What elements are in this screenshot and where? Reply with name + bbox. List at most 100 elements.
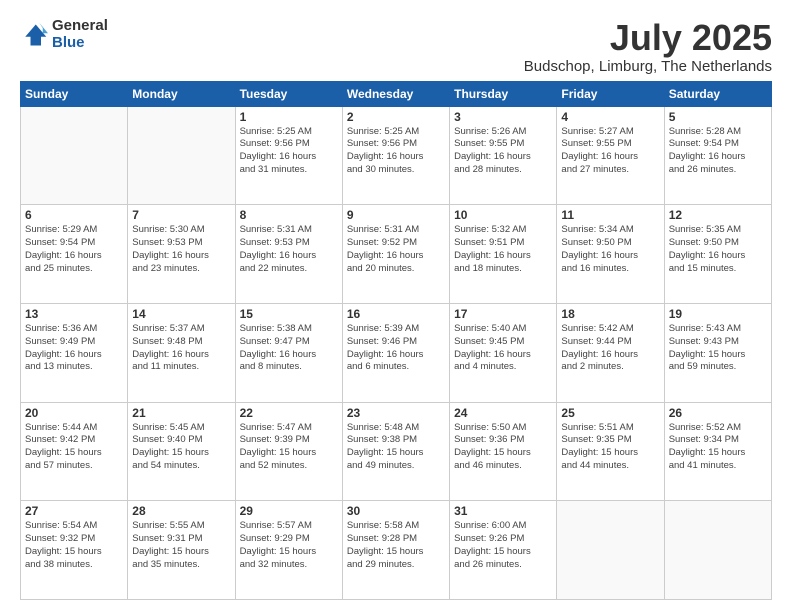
- day-number: 13: [25, 307, 123, 321]
- calendar-cell: 13 Sunrise: 5:36 AM Sunset: 9:49 PM Dayli…: [21, 303, 128, 402]
- subtitle: Budschop, Limburg, The Netherlands: [524, 58, 772, 75]
- calendar-week-row: 1 Sunrise: 5:25 AM Sunset: 9:56 PM Daylig…: [21, 106, 772, 205]
- day-info: Sunrise: 5:27 AM Sunset: 9:55 PM Dayligh…: [561, 126, 659, 177]
- day-number: 18: [561, 307, 659, 321]
- calendar-cell: 23 Sunrise: 5:48 AM Sunset: 9:38 PM Dayli…: [342, 402, 449, 501]
- day-info: Sunrise: 5:40 AM Sunset: 9:45 PM Dayligh…: [454, 323, 552, 374]
- logo-text: General Blue: [52, 18, 108, 51]
- main-title: July 2025: [524, 18, 772, 58]
- day-info: Sunrise: 5:39 AM Sunset: 9:46 PM Dayligh…: [347, 323, 445, 374]
- day-number: 20: [25, 406, 123, 420]
- logo: General Blue: [20, 18, 108, 51]
- day-info: Sunrise: 5:45 AM Sunset: 9:40 PM Dayligh…: [132, 422, 230, 473]
- calendar-cell: 9 Sunrise: 5:31 AM Sunset: 9:52 PM Daylig…: [342, 205, 449, 304]
- day-number: 26: [669, 406, 767, 420]
- calendar-week-row: 6 Sunrise: 5:29 AM Sunset: 9:54 PM Daylig…: [21, 205, 772, 304]
- calendar-cell: 28Sunrise: 5:55 AM Sunset: 9:31 PM Dayli…: [128, 501, 235, 600]
- calendar-table: Sunday Monday Tuesday Wednesday Thursday…: [20, 81, 772, 600]
- day-info: Sunrise: 5:37 AM Sunset: 9:48 PM Dayligh…: [132, 323, 230, 374]
- calendar-cell: 25 Sunrise: 5:51 AM Sunset: 9:35 PM Dayli…: [557, 402, 664, 501]
- col-sunday: Sunday: [21, 81, 128, 106]
- col-wednesday: Wednesday: [342, 81, 449, 106]
- calendar-cell: 16 Sunrise: 5:39 AM Sunset: 9:46 PM Dayli…: [342, 303, 449, 402]
- day-info: Sunrise: 5:29 AM Sunset: 9:54 PM Dayligh…: [25, 224, 123, 275]
- day-info: Sunrise: 5:30 AM Sunset: 9:53 PM Dayligh…: [132, 224, 230, 275]
- day-number: 12: [669, 208, 767, 222]
- day-number: 1: [240, 110, 338, 124]
- calendar-cell: 31 Sunrise: 6:00 AM Sunset: 9:26 PM Dayli…: [450, 501, 557, 600]
- calendar-cell: 3 Sunrise: 5:26 AM Sunset: 9:55 PM Daylig…: [450, 106, 557, 205]
- day-number: 29: [240, 504, 338, 518]
- calendar-header-row: Sunday Monday Tuesday Wednesday Thursday…: [21, 81, 772, 106]
- day-number: 5: [669, 110, 767, 124]
- calendar-cell: 18 Sunrise: 5:42 AM Sunset: 9:44 PM Dayli…: [557, 303, 664, 402]
- day-info: Sunrise: 6:00 AM Sunset: 9:26 PM Dayligh…: [454, 520, 552, 571]
- day-number: 16: [347, 307, 445, 321]
- calendar-cell: 11Sunrise: 5:34 AM Sunset: 9:50 PM Dayli…: [557, 205, 664, 304]
- calendar-cell: 21Sunrise: 5:45 AM Sunset: 9:40 PM Dayli…: [128, 402, 235, 501]
- day-info: Sunrise: 5:55 AM Sunset: 9:31 PM Dayligh…: [132, 520, 230, 571]
- day-info: Sunrise: 5:50 AM Sunset: 9:36 PM Dayligh…: [454, 422, 552, 473]
- calendar-cell: 4Sunrise: 5:27 AM Sunset: 9:55 PM Daylig…: [557, 106, 664, 205]
- day-info: Sunrise: 5:31 AM Sunset: 9:53 PM Dayligh…: [240, 224, 338, 275]
- calendar-cell: 19 Sunrise: 5:43 AM Sunset: 9:43 PM Dayli…: [664, 303, 771, 402]
- day-number: 30: [347, 504, 445, 518]
- calendar-cell: 1 Sunrise: 5:25 AM Sunset: 9:56 PM Daylig…: [235, 106, 342, 205]
- day-number: 15: [240, 307, 338, 321]
- day-number: 11: [561, 208, 659, 222]
- calendar-cell: 26 Sunrise: 5:52 AM Sunset: 9:34 PM Dayli…: [664, 402, 771, 501]
- day-number: 25: [561, 406, 659, 420]
- calendar-cell: 6 Sunrise: 5:29 AM Sunset: 9:54 PM Daylig…: [21, 205, 128, 304]
- day-info: Sunrise: 5:44 AM Sunset: 9:42 PM Dayligh…: [25, 422, 123, 473]
- day-number: 19: [669, 307, 767, 321]
- calendar-cell: [557, 501, 664, 600]
- calendar-cell: 27 Sunrise: 5:54 AM Sunset: 9:32 PM Dayli…: [21, 501, 128, 600]
- day-number: 2: [347, 110, 445, 124]
- day-info: Sunrise: 5:51 AM Sunset: 9:35 PM Dayligh…: [561, 422, 659, 473]
- day-number: 8: [240, 208, 338, 222]
- day-number: 14: [132, 307, 230, 321]
- day-info: Sunrise: 5:52 AM Sunset: 9:34 PM Dayligh…: [669, 422, 767, 473]
- day-info: Sunrise: 5:43 AM Sunset: 9:43 PM Dayligh…: [669, 323, 767, 374]
- day-info: Sunrise: 5:54 AM Sunset: 9:32 PM Dayligh…: [25, 520, 123, 571]
- day-number: 27: [25, 504, 123, 518]
- day-info: Sunrise: 5:48 AM Sunset: 9:38 PM Dayligh…: [347, 422, 445, 473]
- day-info: Sunrise: 5:28 AM Sunset: 9:54 PM Dayligh…: [669, 126, 767, 177]
- calendar-cell: 24 Sunrise: 5:50 AM Sunset: 9:36 PM Dayli…: [450, 402, 557, 501]
- calendar-week-row: 27 Sunrise: 5:54 AM Sunset: 9:32 PM Dayli…: [21, 501, 772, 600]
- col-monday: Monday: [128, 81, 235, 106]
- day-number: 6: [25, 208, 123, 222]
- logo-general-text: General: [52, 18, 108, 35]
- day-number: 9: [347, 208, 445, 222]
- calendar-cell: 17Sunrise: 5:40 AM Sunset: 9:45 PM Dayli…: [450, 303, 557, 402]
- calendar-cell: [128, 106, 235, 205]
- day-number: 3: [454, 110, 552, 124]
- day-info: Sunrise: 5:47 AM Sunset: 9:39 PM Dayligh…: [240, 422, 338, 473]
- day-info: Sunrise: 5:35 AM Sunset: 9:50 PM Dayligh…: [669, 224, 767, 275]
- day-info: Sunrise: 5:36 AM Sunset: 9:49 PM Dayligh…: [25, 323, 123, 374]
- calendar-cell: [21, 106, 128, 205]
- calendar-cell: 2Sunrise: 5:25 AM Sunset: 9:56 PM Daylig…: [342, 106, 449, 205]
- day-info: Sunrise: 5:42 AM Sunset: 9:44 PM Dayligh…: [561, 323, 659, 374]
- calendar-cell: 15Sunrise: 5:38 AM Sunset: 9:47 PM Dayli…: [235, 303, 342, 402]
- logo-icon: [20, 21, 48, 49]
- day-number: 31: [454, 504, 552, 518]
- calendar-cell: 20 Sunrise: 5:44 AM Sunset: 9:42 PM Dayli…: [21, 402, 128, 501]
- day-number: 24: [454, 406, 552, 420]
- day-number: 22: [240, 406, 338, 420]
- calendar-week-row: 13 Sunrise: 5:36 AM Sunset: 9:49 PM Dayli…: [21, 303, 772, 402]
- header: General Blue July 2025 Budschop, Limburg…: [20, 18, 772, 75]
- logo-blue-text: Blue: [52, 35, 108, 52]
- calendar-cell: [664, 501, 771, 600]
- day-number: 23: [347, 406, 445, 420]
- col-tuesday: Tuesday: [235, 81, 342, 106]
- calendar-cell: 7Sunrise: 5:30 AM Sunset: 9:53 PM Daylig…: [128, 205, 235, 304]
- calendar-cell: 12 Sunrise: 5:35 AM Sunset: 9:50 PM Dayli…: [664, 205, 771, 304]
- day-info: Sunrise: 5:57 AM Sunset: 9:29 PM Dayligh…: [240, 520, 338, 571]
- day-info: Sunrise: 5:25 AM Sunset: 9:56 PM Dayligh…: [240, 126, 338, 177]
- calendar-cell: 14 Sunrise: 5:37 AM Sunset: 9:48 PM Dayli…: [128, 303, 235, 402]
- calendar-cell: 8 Sunrise: 5:31 AM Sunset: 9:53 PM Daylig…: [235, 205, 342, 304]
- day-info: Sunrise: 5:26 AM Sunset: 9:55 PM Dayligh…: [454, 126, 552, 177]
- day-info: Sunrise: 5:31 AM Sunset: 9:52 PM Dayligh…: [347, 224, 445, 275]
- calendar-cell: 29 Sunrise: 5:57 AM Sunset: 9:29 PM Dayli…: [235, 501, 342, 600]
